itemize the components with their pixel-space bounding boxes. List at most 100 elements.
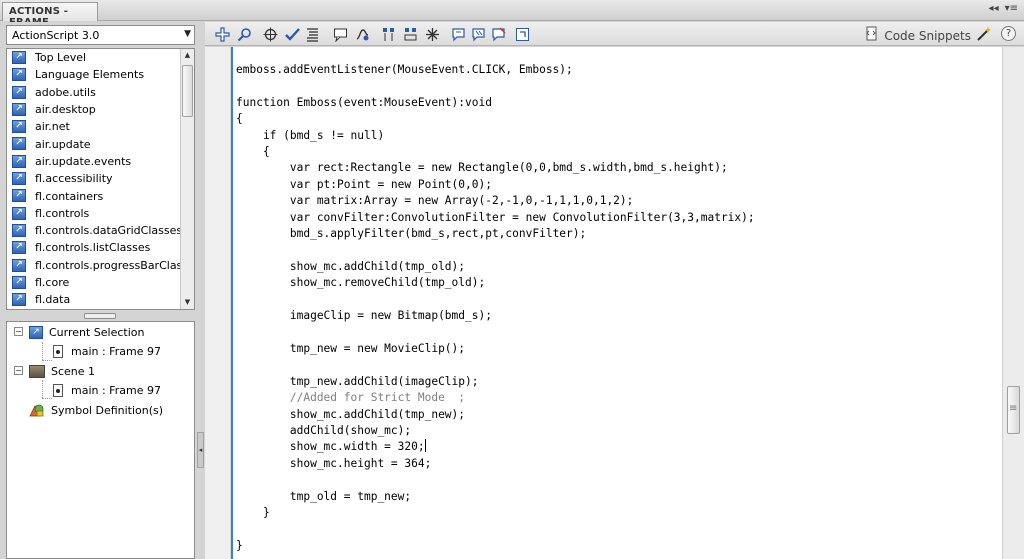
package-arrow-icon: ↗ [12, 137, 26, 151]
actions-frame-tab[interactable]: ACTIONS - FRAME [2, 2, 98, 28]
apply-line-comment-icon[interactable] [469, 25, 487, 43]
list-item[interactable]: ↗ fl.containers [7, 187, 194, 204]
check-syntax-icon[interactable] [283, 25, 301, 43]
package-list: ↗ Top Level ↗ Language Elements ↗ adobe.uti… [6, 48, 195, 310]
list-item[interactable]: ↗ fl.controls.listClasses [7, 239, 194, 256]
scrollbar-thumb[interactable] [1007, 386, 1020, 434]
code-line-text: imageClip = new Bitmap(bmd_s); [236, 309, 492, 323]
list-item[interactable]: ↗ fl.controls.dataGridClasses [7, 222, 194, 239]
auto-format-icon[interactable] [303, 25, 321, 43]
package-arrow-icon: ↗ [12, 223, 26, 237]
apply-block-comment-icon[interactable] [449, 25, 467, 43]
tree-item-label: main : Frame 97 [71, 383, 161, 397]
insert-target-path-icon[interactable] [261, 25, 279, 43]
tree-item-scene[interactable]: Scene 1 [29, 362, 95, 380]
code-snippets-button[interactable]: Code Snippets [865, 26, 992, 45]
code-line: show_mc.width = 320; [236, 439, 755, 455]
tree-connector [42, 342, 43, 360]
expand-all-icon[interactable] [423, 25, 441, 43]
frame-icon [53, 383, 63, 397]
code-line-text: if (bmd_s != null) [236, 128, 385, 142]
script-editor[interactable]: emboss.addEventListener(MouseEvent.CLICK… [205, 47, 1024, 559]
collapse-toolbox-handle[interactable]: ◂ [197, 432, 204, 468]
code-line-text: function Emboss(event:MouseEvent):void [236, 95, 492, 109]
package-arrow-icon: ↗ [12, 51, 26, 64]
tree-item-label: Scene 1 [51, 364, 96, 378]
list-item[interactable]: ↗ Language Elements [7, 66, 194, 83]
show-code-hint-icon[interactable] [331, 25, 349, 43]
package-arrow-icon: ↗ [12, 275, 26, 289]
add-statement-icon[interactable] [213, 25, 231, 43]
find-icon[interactable] [235, 25, 253, 43]
list-item[interactable]: ↗ fl.data [7, 291, 194, 308]
frame-icon [53, 344, 63, 358]
list-item[interactable]: ↗ fl.controls [7, 205, 194, 222]
code-line: } [236, 538, 755, 554]
splitter-grip[interactable] [84, 313, 116, 319]
code-line: imageClip = new Bitmap(bmd_s); [236, 308, 755, 324]
code-line: var convFilter:ConvolutionFilter = new C… [236, 210, 755, 226]
code-line: show_mc.removeChild(tmp_old); [236, 275, 755, 291]
show-hide-toolbox-icon[interactable] [513, 25, 531, 43]
collapse-between-braces-icon[interactable] [379, 25, 397, 43]
code-line: bmd_s.applyFilter(bmd_s,rect,pt,convFilt… [236, 226, 755, 242]
code-comment: //Added for Strict Mode ; [236, 391, 466, 405]
code-line-text: emboss.addEventListener(MouseEvent.CLICK… [236, 63, 573, 76]
tree-item-scene-frame[interactable]: main : Frame 97 [53, 381, 161, 399]
debug-options-icon[interactable] [353, 25, 371, 43]
list-item[interactable]: ↗ air.net [7, 118, 194, 135]
code-text[interactable]: emboss.addEventListener(MouseEvent.CLICK… [236, 62, 755, 554]
collapse-selection-icon[interactable] [401, 25, 419, 43]
list-item[interactable]: ↗ adobe.utils [7, 84, 194, 101]
tree-item-current-frame[interactable]: main : Frame 97 [53, 342, 161, 360]
help-button[interactable]: ? [1001, 26, 1016, 41]
tree-item-label: Symbol Definition(s) [51, 403, 164, 417]
editor-scrollbar[interactable] [1002, 47, 1024, 559]
code-snippets-icon [865, 26, 879, 45]
panel-menu-icon[interactable]: ▾≡ [1005, 3, 1018, 14]
code-line-text: } [236, 538, 243, 552]
code-line-text: var rect:Rectangle = new Rectangle(0,0,b… [236, 161, 728, 175]
code-line: if (bmd_s != null) [236, 128, 755, 144]
package-arrow-icon: ↗ [12, 102, 26, 116]
list-item[interactable]: ↗ fl.accessibility [7, 170, 194, 187]
package-label: adobe.utils [35, 85, 96, 99]
package-arrow-icon: ↗ [12, 154, 26, 168]
list-item[interactable]: ↗ air.desktop [7, 101, 194, 118]
list-item[interactable]: ↗ air.update [7, 135, 194, 152]
text-cursor [424, 439, 426, 453]
package-arrow-icon: ↗ [12, 85, 26, 99]
gutter-highlight [231, 47, 233, 559]
scrollbar-thumb[interactable] [182, 65, 193, 117]
line-gutter[interactable] [205, 47, 231, 559]
panel-splitter[interactable] [6, 312, 195, 320]
code-line-text: tmp_new = new MovieClip(); [236, 341, 466, 355]
package-label: fl.controls.listClasses [35, 241, 151, 255]
package-list-scrollbar[interactable]: ▲ ▼ [180, 49, 194, 309]
code-line: addChild(show_mc); [236, 423, 755, 439]
code-line: var pt:Point = new Point(0,0); [236, 177, 755, 193]
package-arrow-icon: ↗ [12, 189, 26, 203]
package-label: fl.accessibility [35, 172, 113, 186]
scroll-up-icon[interactable]: ▲ [181, 49, 194, 62]
tree-item-symbol-definitions[interactable]: Symbol Definition(s) [29, 401, 163, 419]
list-item[interactable]: ↗ fl.controls.progressBarClasses [7, 257, 194, 274]
tree-item-label: Current Selection [49, 325, 145, 339]
collapse-toggle-icon[interactable]: − [14, 366, 23, 375]
collapse-panel-icon[interactable]: ◂◂ [989, 3, 999, 14]
language-select[interactable]: ActionScript 3.0 ▼ [6, 25, 195, 45]
code-line: var rect:Rectangle = new Rectangle(0,0,b… [236, 160, 755, 176]
package-label: fl.containers [35, 189, 104, 203]
tree-item-current-selection[interactable]: ↗ Current Selection [29, 323, 145, 341]
code-line-text: show_mc.addChild(tmp_old); [236, 259, 466, 273]
collapse-toggle-icon[interactable]: − [14, 327, 23, 336]
actions-toolbox: ActionScript 3.0 ▼ ↗ Top Level ↗ Language … [0, 22, 198, 559]
list-item[interactable]: ↗ Top Level [7, 49, 194, 66]
list-item[interactable]: ↗ fl.core [7, 274, 194, 291]
list-item[interactable]: ↗ air.update.events [7, 153, 194, 170]
scroll-down-icon[interactable]: ▼ [181, 296, 194, 309]
remove-comment-icon[interactable] [489, 25, 507, 43]
code-line: tmp_old = tmp_new; [236, 489, 755, 505]
